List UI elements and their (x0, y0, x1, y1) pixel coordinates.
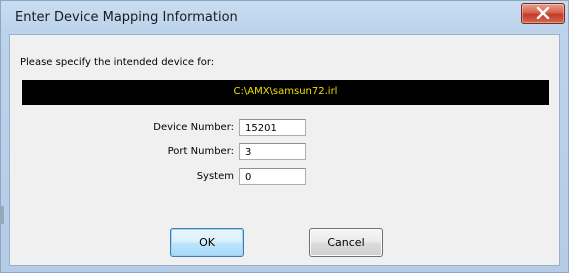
system-label: System (196, 171, 234, 182)
window-title: Enter Device Mapping Information (15, 10, 238, 25)
device-number-label: Device Number: (153, 122, 234, 133)
port-number-label: Port Number: (167, 146, 234, 157)
cancel-button[interactable]: Cancel (309, 228, 383, 257)
close-x-icon (536, 7, 550, 19)
ok-button[interactable]: OK (170, 228, 244, 257)
file-path-bar: C:\AMX\samsun72.irl (22, 80, 549, 105)
device-number-field[interactable] (239, 119, 306, 136)
prompt-text: Please specify the intended device for: (20, 57, 215, 68)
file-path-text: C:\AMX\samsun72.irl (233, 86, 338, 97)
system-field[interactable] (239, 168, 306, 185)
dialog-window: Enter Device Mapping Information Please … (0, 0, 569, 273)
close-button[interactable] (521, 3, 565, 24)
port-number-field[interactable] (239, 143, 306, 160)
window-edge-accent (1, 206, 4, 224)
dialog-body: Please specify the intended device for: … (9, 34, 560, 266)
title-bar[interactable]: Enter Device Mapping Information (1, 1, 568, 35)
